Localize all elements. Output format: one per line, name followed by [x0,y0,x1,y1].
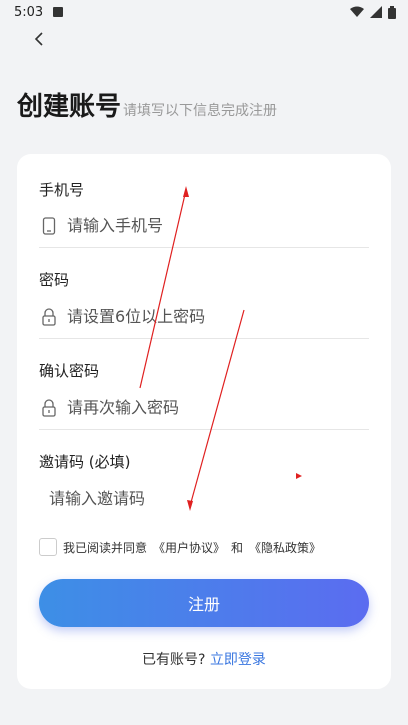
battery-icon [388,5,396,19]
back-button[interactable] [26,26,52,52]
login-prompt-row: 已有账号? 立即登录 [17,649,391,669]
lock-icon [39,398,59,418]
agreement-row: 我已阅读并同意 《用户协议》 和 《隐私政策》 [39,538,327,556]
privacy-policy-link[interactable]: 《隐私政策》 [249,539,321,556]
confirm-password-field-row [39,386,369,430]
wifi-icon [350,6,364,17]
user-agreement-link[interactable]: 《用户协议》 [153,539,225,556]
invite-code-field-row [39,476,369,520]
phone-icon [39,216,59,236]
login-link[interactable]: 立即登录 [210,652,266,668]
password-input[interactable] [67,307,347,326]
confirm-password-input[interactable] [67,398,347,417]
phone-input[interactable] [67,216,347,235]
lock-icon [39,307,59,327]
title-row: 创建账号 请填写以下信息完成注册 [17,86,277,123]
signal-icon [370,6,382,18]
register-button[interactable]: 注册 [39,579,369,627]
notification-icon [53,7,64,17]
invite-code-label: 邀请码 (必填) [39,453,131,471]
page-title: 创建账号 [17,92,122,122]
password-label: 密码 [39,271,70,289]
status-bar: 5:03 [0,0,408,24]
page-subtitle: 请填写以下信息完成注册 [123,103,278,119]
login-prompt-text: 已有账号? [142,652,206,668]
agreement-checkbox[interactable] [39,538,57,556]
invite-code-input[interactable] [49,488,329,508]
agreement-prefix: 我已阅读并同意 [63,540,148,555]
status-time: 5:03 [14,4,44,20]
chevron-left-icon [34,32,43,46]
confirm-password-label: 确认密码 [39,362,100,380]
agreement-and: 和 [231,540,244,555]
phone-label: 手机号 [39,181,85,199]
register-card: 手机号 密码 确认密码 邀请 [17,154,391,689]
password-field-row [39,295,369,339]
phone-field-row [39,204,369,248]
